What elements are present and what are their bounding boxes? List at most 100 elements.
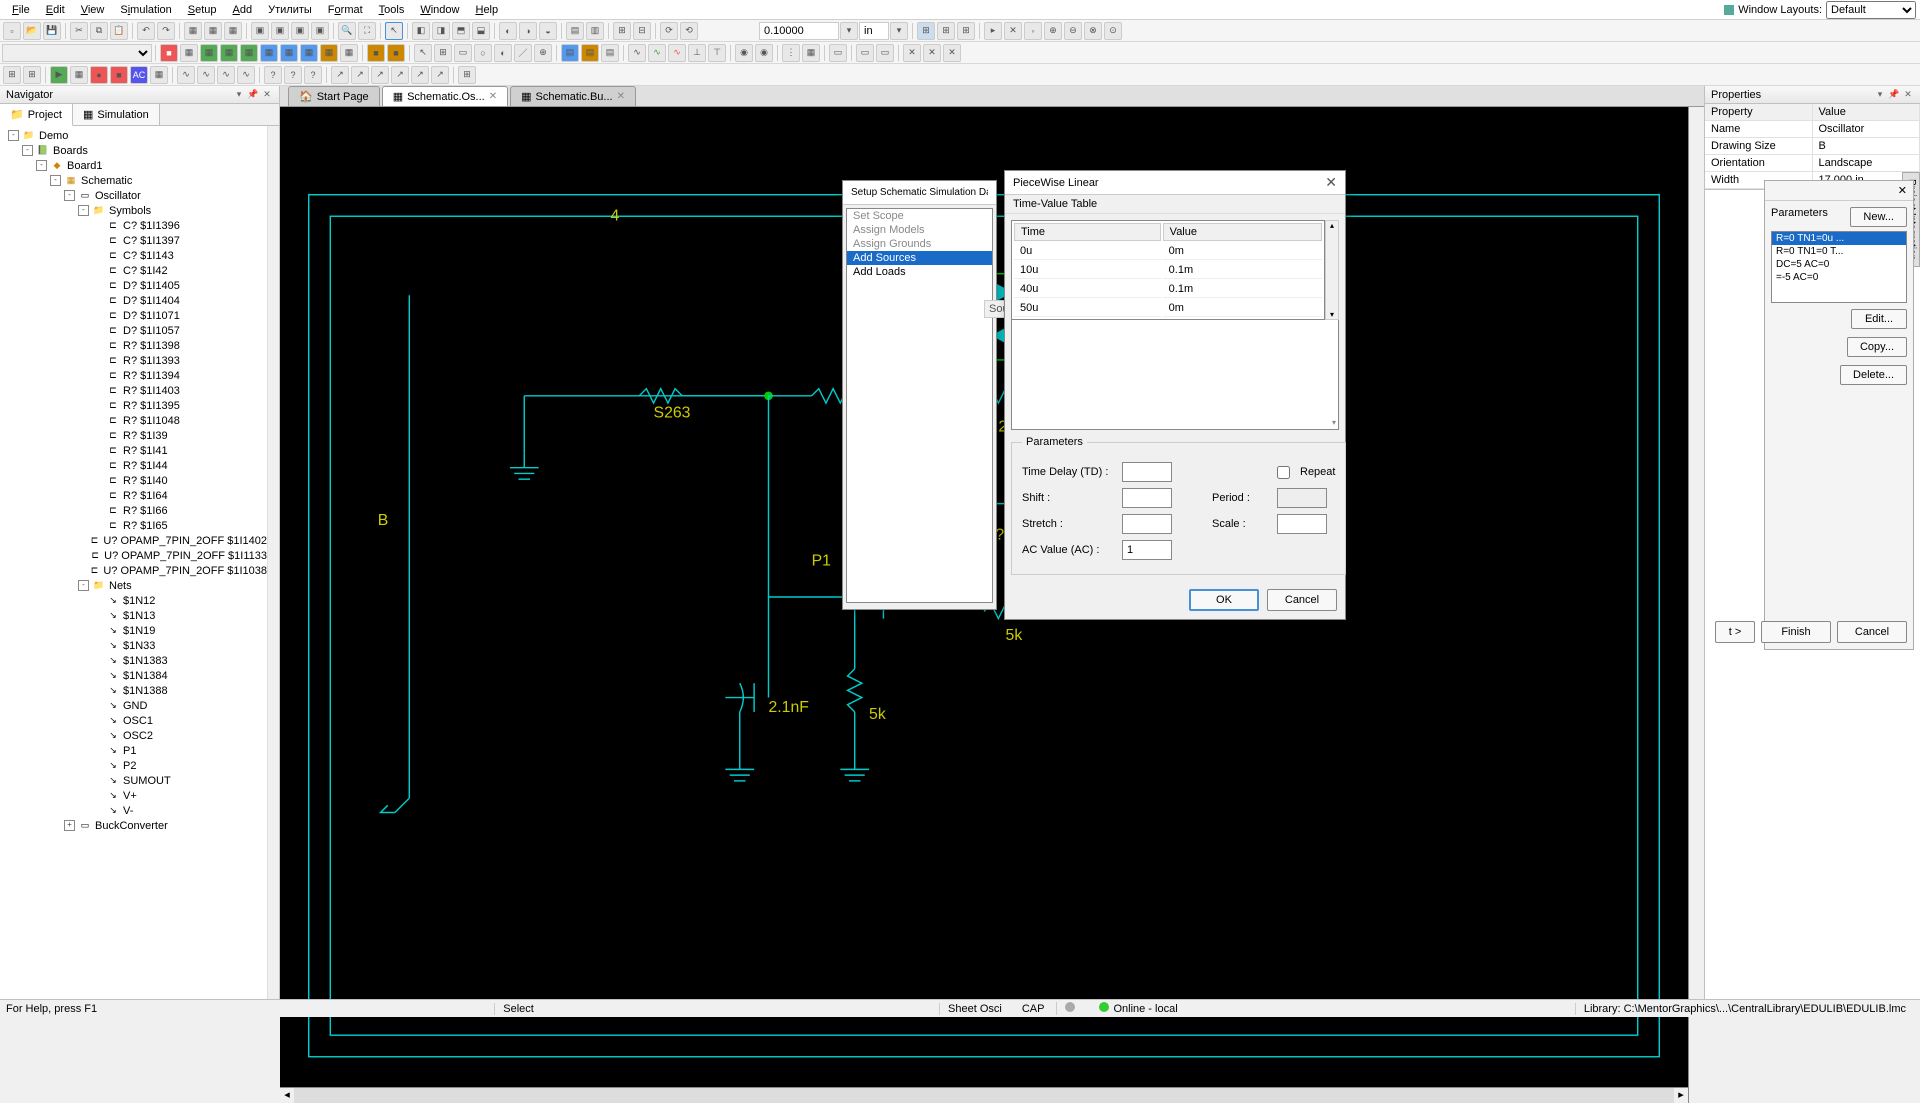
tb3-j[interactable]: ∿ <box>197 66 215 84</box>
tree-node[interactable]: ⊏R? $1I44 <box>0 458 267 473</box>
tree-node[interactable]: ↘P1 <box>0 743 267 758</box>
tab-close-icon[interactable]: ✕ <box>617 91 625 102</box>
tb-cursor-icon[interactable]: ↖ <box>385 22 403 40</box>
tb3-h[interactable]: ▦ <box>150 66 168 84</box>
nav-tab-project[interactable]: 📁Project <box>0 104 73 126</box>
menu-simulation[interactable]: Simulation <box>112 2 179 18</box>
tb3-b[interactable]: ⊞ <box>23 66 41 84</box>
td-input[interactable] <box>1122 462 1172 482</box>
tb2-h[interactable]: ▦ <box>300 44 318 62</box>
tb3-o[interactable]: ? <box>304 66 322 84</box>
tree-node[interactable]: ⊏R? $1I1394 <box>0 368 267 383</box>
ac-input[interactable] <box>1122 540 1172 560</box>
tb2-k[interactable]: ■ <box>367 44 385 62</box>
tree-node[interactable]: ⊏R? $1I1395 <box>0 398 267 413</box>
params-edit-button[interactable]: Edit... <box>1851 309 1907 329</box>
tb2-u[interactable]: ▤ <box>581 44 599 62</box>
menu-setup[interactable]: Setup <box>180 2 225 18</box>
tree-node[interactable]: ⊏R? $1I64 <box>0 488 267 503</box>
tb2-r[interactable]: ／ <box>514 44 532 62</box>
tb2-jj[interactable]: ✕ <box>923 44 941 62</box>
tb2-cc[interactable]: ◉ <box>755 44 773 62</box>
menu-utilities[interactable]: Утилиты <box>260 2 320 18</box>
tb-btn-b[interactable]: ▦ <box>204 22 222 40</box>
tree-node[interactable]: ⊏R? $1I1393 <box>0 353 267 368</box>
tree-node[interactable]: ↘$1N13 <box>0 608 267 623</box>
tb2-o[interactable]: ▭ <box>454 44 472 62</box>
tb3-k[interactable]: ∿ <box>217 66 235 84</box>
tb2-kk[interactable]: ✕ <box>943 44 961 62</box>
tree-node[interactable]: ⊏D? $1I1071 <box>0 308 267 323</box>
tree-node[interactable]: ↘V+ <box>0 788 267 803</box>
tree-node[interactable]: ↘OSC2 <box>0 728 267 743</box>
tb2-p[interactable]: ○ <box>474 44 492 62</box>
tb-btn-j[interactable]: ⬒ <box>452 22 470 40</box>
tree-node[interactable]: -◆Board1 <box>0 158 267 173</box>
tb-copy-icon[interactable]: ⧉ <box>90 22 108 40</box>
tb3-s[interactable]: ↗ <box>391 66 409 84</box>
menu-edit[interactable]: Edit <box>38 2 73 18</box>
tb2-s[interactable]: ⊕ <box>534 44 552 62</box>
tree-node[interactable]: ↘GND <box>0 698 267 713</box>
tree-node[interactable]: ↘P2 <box>0 758 267 773</box>
tb2-m[interactable]: ↖ <box>414 44 432 62</box>
params-new-button[interactable]: New... <box>1850 207 1907 227</box>
tb3-d[interactable]: ▦ <box>70 66 88 84</box>
tree-scrollbar[interactable] <box>267 126 279 999</box>
tb2-dd[interactable]: ⋮ <box>782 44 800 62</box>
tree-node[interactable]: ⊏R? $1I39 <box>0 428 267 443</box>
menu-view[interactable]: View <box>73 2 113 18</box>
tb2-j[interactable]: ▦ <box>340 44 358 62</box>
tb-cut-icon[interactable]: ✂ <box>70 22 88 40</box>
tb3-v[interactable]: ⊞ <box>458 66 476 84</box>
scale-down-icon[interactable]: ▾ <box>840 22 858 40</box>
tb2-ii[interactable]: ✕ <box>903 44 921 62</box>
tb2-b[interactable]: ▦ <box>180 44 198 62</box>
tree-node[interactable]: ⊏C? $1I143 <box>0 248 267 263</box>
setup-step[interactable]: Assign Models <box>847 223 992 237</box>
tb-btn-o[interactable]: ▤ <box>566 22 584 40</box>
navigator-tree[interactable]: -📁Demo-📗Boards-◆Board1-▦Schematic-▭Oscil… <box>0 126 267 999</box>
tree-node[interactable]: ↘$1N1383 <box>0 653 267 668</box>
tb3-a[interactable]: ⊞ <box>3 66 21 84</box>
tb-btn-s[interactable]: ⟳ <box>660 22 678 40</box>
canvas-vscroll[interactable] <box>1688 107 1704 1103</box>
tb-misc2[interactable]: ✕ <box>1004 22 1022 40</box>
wizard-cancel-button[interactable]: Cancel <box>1837 621 1907 643</box>
tb3-t[interactable]: ↗ <box>411 66 429 84</box>
tb-btn-f[interactable]: ▣ <box>291 22 309 40</box>
tree-node[interactable]: ⊏C? $1I1397 <box>0 233 267 248</box>
tree-node[interactable]: +▭BuckConverter <box>0 818 267 833</box>
setup-step[interactable]: Set Scope <box>847 209 992 223</box>
tb2-z[interactable]: ⊥ <box>688 44 706 62</box>
window-layouts-select[interactable]: Default <box>1826 1 1916 19</box>
doc-tab[interactable]: ▦Schematic.Bu...✕ <box>510 86 636 106</box>
params-list[interactable]: R=0 TN1=0u ...R=0 TN1=0 T...DC=5 AC=0=-5… <box>1771 231 1907 303</box>
tb-btn-t[interactable]: ⟲ <box>680 22 698 40</box>
properties-grid[interactable]: PropertyValueNameOscillatorDrawing SizeB… <box>1705 104 1920 190</box>
tb2-hh[interactable]: ▭ <box>876 44 894 62</box>
tv-resize-icon[interactable]: ▾ <box>1332 418 1336 427</box>
tree-node[interactable]: ⊏R? $1I40 <box>0 473 267 488</box>
tree-node[interactable]: ↘V- <box>0 803 267 818</box>
tb3-u[interactable]: ↗ <box>431 66 449 84</box>
tb3-e[interactable]: ● <box>90 66 108 84</box>
tree-node[interactable]: ⊏U? OPAMP_7PIN_2OFF $1I1038 <box>0 563 267 578</box>
tb-misc5[interactable]: ⊖ <box>1064 22 1082 40</box>
tb3-c[interactable]: ▶ <box>50 66 68 84</box>
tree-node[interactable]: -📁Symbols <box>0 203 267 218</box>
tb3-n[interactable]: ? <box>284 66 302 84</box>
tb2-gg[interactable]: ▭ <box>856 44 874 62</box>
pwl-cancel-button[interactable]: Cancel <box>1267 589 1337 611</box>
tb2-f[interactable]: ▦ <box>260 44 278 62</box>
menu-file[interactable]: File <box>4 2 38 18</box>
tb2-v[interactable]: ▤ <box>601 44 619 62</box>
setup-step[interactable]: Add Sources <box>847 251 992 265</box>
params-copy-button[interactable]: Copy... <box>1847 337 1907 357</box>
repeat-checkbox[interactable] <box>1277 466 1290 479</box>
tree-node[interactable]: ↘$1N1388 <box>0 683 267 698</box>
pwl-ok-button[interactable]: OK <box>1189 589 1259 611</box>
tb2-aa[interactable]: ⊤ <box>708 44 726 62</box>
tree-node[interactable]: -📁Nets <box>0 578 267 593</box>
tb-btn-r[interactable]: ⊟ <box>633 22 651 40</box>
